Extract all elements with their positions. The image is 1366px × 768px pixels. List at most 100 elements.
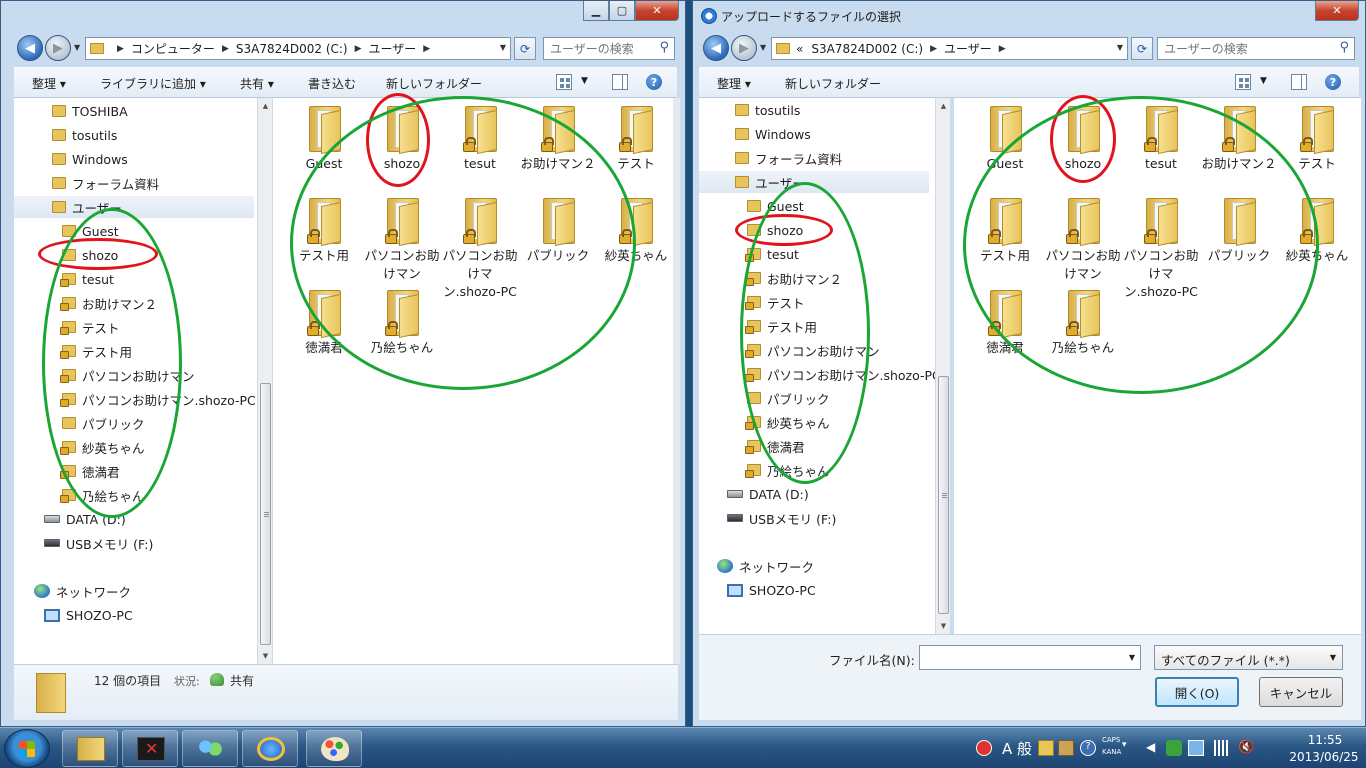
folder-item[interactable]: パソコンお助けマン.shozo-PC (439, 198, 521, 299)
tree-item[interactable]: テスト (699, 291, 929, 313)
close-button[interactable]: ✕ (635, 1, 679, 21)
tree-item[interactable]: パソコンお助けマン (14, 364, 254, 386)
tree-item[interactable]: 紗英ちゃん (699, 411, 929, 433)
address-bar[interactable]: ▶ コンピューター ▶ S3A7824D002 (C:) ▶ ユーザー ▶ ▼ (85, 37, 511, 60)
view-dropdown-chevron-icon[interactable]: ▼ (1260, 76, 1267, 86)
show-hidden-icons-icon[interactable]: ◀ (1146, 740, 1162, 756)
tree-item[interactable]: shozo (699, 219, 929, 241)
breadcrumb-drive[interactable]: S3A7824D002 (C:) (811, 42, 923, 56)
folder-item[interactable]: お助けマン２ (517, 106, 599, 194)
tree-item[interactable]: SHOZO-PC (14, 604, 254, 626)
folder-item[interactable]: Guest (964, 106, 1046, 194)
scroll-up-icon[interactable]: ▲ (936, 98, 951, 114)
search-input[interactable] (1158, 38, 1354, 59)
breadcrumb-overflow[interactable]: « (796, 42, 803, 56)
folder-item[interactable]: テスト (1276, 106, 1358, 194)
ime-tools-icon[interactable] (1058, 740, 1074, 756)
taskbar-app[interactable] (122, 730, 178, 767)
search-box[interactable]: ⚲ (543, 37, 675, 60)
cancel-button[interactable]: キャンセル (1259, 677, 1343, 707)
recent-pages-dropdown[interactable]: ▼ (760, 43, 766, 52)
chevron-right-icon[interactable]: ▶ (222, 44, 229, 54)
tree-item[interactable]: ネットワーク (14, 580, 254, 602)
tree-item[interactable]: tosutils (14, 124, 254, 146)
tree-item[interactable]: 徳満君 (14, 460, 254, 482)
taskbar-internet-explorer[interactable] (242, 730, 298, 767)
back-button[interactable]: ◀ (17, 35, 43, 61)
ime-mode[interactable]: A 般 (1002, 738, 1032, 759)
tree-item[interactable]: 乃絵ちゃん (699, 459, 929, 481)
tree-item[interactable]: ネットワーク (699, 555, 929, 577)
folder-item[interactable]: 乃絵ちゃん (361, 290, 443, 378)
forward-button[interactable]: ▶ (731, 35, 757, 61)
maximize-button[interactable]: ▢ (609, 1, 635, 21)
tree-item[interactable]: パソコンお助けマン.shozo-PC (14, 388, 256, 410)
language-bar-icon[interactable] (976, 740, 992, 756)
clock-date[interactable]: 2013/06/25 (1284, 750, 1364, 764)
organize-menu[interactable]: 整理 ▾ (32, 75, 66, 92)
organize-menu[interactable]: 整理 ▾ (717, 75, 751, 92)
tree-item[interactable]: tesut (14, 268, 254, 290)
chevron-right-icon[interactable]: ▶ (999, 44, 1006, 54)
add-to-library-menu[interactable]: ライブラリに追加 ▾ (100, 75, 206, 92)
tree-item[interactable]: テスト用 (14, 340, 254, 362)
burn-button[interactable]: 書き込む (308, 75, 356, 92)
folder-item[interactable]: 乃絵ちゃん (1042, 290, 1124, 378)
tree-item[interactable]: USBメモリ (F:) (699, 507, 929, 529)
filename-combobox[interactable]: ▼ (919, 645, 1141, 670)
new-folder-button[interactable]: 新しいフォルダー (785, 75, 881, 92)
tree-item[interactable]: パブリック (14, 412, 254, 434)
tree-item[interactable]: パブリック (699, 387, 929, 409)
filetype-select[interactable]: すべてのファイル (*.*) ▼ (1154, 645, 1343, 670)
folder-item[interactable]: shozo (361, 106, 443, 194)
help-icon[interactable]: ? (646, 74, 662, 90)
breadcrumb-drive[interactable]: S3A7824D002 (C:) (236, 42, 348, 56)
folder-item[interactable]: Guest (283, 106, 365, 194)
folder-item[interactable]: tesut (439, 106, 521, 194)
folder-item[interactable]: 紗英ちゃん (595, 198, 677, 286)
tree-item[interactable]: テスト (14, 316, 254, 338)
scroll-up-icon[interactable]: ▲ (258, 98, 273, 114)
search-box[interactable]: ⚲ (1157, 37, 1355, 60)
folder-item[interactable]: 徳満君 (964, 290, 1046, 378)
folder-item[interactable]: 紗英ちゃん (1276, 198, 1358, 286)
taskbar-paint[interactable] (306, 730, 362, 767)
chevron-right-icon[interactable]: ▶ (423, 44, 430, 54)
share-menu[interactable]: 共有 ▾ (240, 75, 274, 92)
tree-item[interactable]: SHOZO-PC (699, 579, 929, 601)
folder-item[interactable]: テスト用 (283, 198, 365, 286)
scroll-down-icon[interactable]: ▼ (936, 618, 951, 634)
action-center-icon[interactable] (1166, 740, 1182, 756)
scroll-down-icon[interactable]: ▼ (258, 648, 273, 664)
chevron-right-icon[interactable]: ▶ (355, 44, 362, 54)
open-button[interactable]: 開く(O) (1155, 677, 1239, 707)
network-signal-icon[interactable] (1212, 740, 1228, 756)
taskbar-explorer[interactable] (62, 730, 118, 767)
tree-item[interactable]: Guest (14, 220, 254, 242)
folder-item[interactable]: テスト (595, 106, 677, 194)
help-icon[interactable]: ? (1325, 74, 1341, 90)
folder-item[interactable]: パソコンお助けマン.shozo-PC (1120, 198, 1202, 299)
folder-item[interactable]: パソコンお助けマン (1042, 198, 1124, 286)
chevron-right-icon[interactable]: ▶ (930, 44, 937, 54)
tree-item[interactable]: テスト用 (699, 315, 929, 337)
folder-item[interactable]: テスト用 (964, 198, 1046, 286)
search-input[interactable] (544, 38, 674, 59)
chevron-down-icon[interactable]: ▼ (1117, 43, 1123, 52)
scroll-thumb[interactable] (938, 376, 949, 614)
breadcrumb-users[interactable]: ユーザー (369, 40, 417, 57)
filename-input[interactable] (920, 646, 1140, 669)
preview-pane-icon[interactable] (612, 74, 628, 90)
tree-item[interactable]: パソコンお助けマン (699, 339, 929, 361)
tree-item[interactable]: Windows (699, 123, 929, 145)
address-bar[interactable]: « S3A7824D002 (C:) ▶ ユーザー ▶ ▼ (771, 37, 1128, 60)
back-button[interactable]: ◀ (703, 35, 729, 61)
chevron-down-icon[interactable]: ▼ (1129, 653, 1135, 662)
folder-item[interactable]: パブリック (517, 198, 599, 286)
forward-button[interactable]: ▶ (45, 35, 71, 61)
tray-options-icon[interactable]: ▾ (1122, 740, 1138, 756)
clock-time[interactable]: 11:55 (1290, 733, 1360, 747)
view-options-icon[interactable] (556, 74, 572, 90)
ime-help-icon[interactable]: ? (1080, 740, 1096, 756)
tree-item[interactable]: Guest (699, 195, 929, 217)
